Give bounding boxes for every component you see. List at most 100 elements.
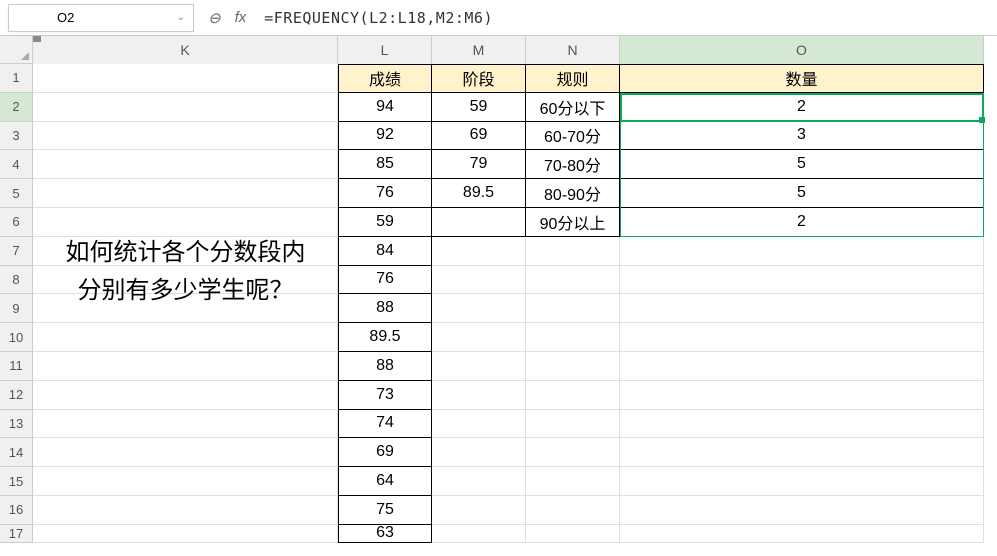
cell-L10[interactable]: 89.5 (338, 323, 432, 352)
cell-O8[interactable] (620, 266, 984, 295)
row-header-10[interactable]: 10 (0, 323, 32, 352)
cell-M12[interactable] (432, 381, 526, 410)
cell-K17[interactable] (33, 525, 338, 543)
cell-O4[interactable]: 5 (620, 150, 984, 179)
zoom-out-icon[interactable]: ⊖ (208, 9, 221, 27)
cell-L4[interactable]: 85 (338, 150, 432, 179)
cell-K16[interactable] (33, 496, 338, 525)
cell-N15[interactable] (526, 467, 620, 496)
cell-O1[interactable]: 数量 (620, 64, 984, 93)
cell-N2[interactable]: 60分以下 (526, 93, 620, 122)
cell-K3[interactable] (33, 122, 338, 151)
cell-M10[interactable] (432, 323, 526, 352)
cell-L8[interactable]: 76 (338, 266, 432, 295)
cell-M3[interactable]: 69 (432, 122, 526, 151)
cell-K2[interactable] (33, 93, 338, 122)
cell-M15[interactable] (432, 467, 526, 496)
cell-M1[interactable]: 阶段 (432, 64, 526, 93)
cell-L9[interactable]: 88 (338, 294, 432, 323)
cell-K1[interactable] (33, 64, 338, 93)
cell-M6[interactable] (432, 208, 526, 237)
row-header-11[interactable]: 11 (0, 352, 32, 381)
column-header-O[interactable]: O (620, 36, 984, 64)
cell-N3[interactable]: 60-70分 (526, 122, 620, 151)
cell-K10[interactable] (33, 323, 338, 352)
row-header-17[interactable]: 17 (0, 525, 32, 543)
cell-K12[interactable] (33, 381, 338, 410)
cell-L2[interactable]: 94 (338, 93, 432, 122)
cell-N1[interactable]: 规则 (526, 64, 620, 93)
cell-N12[interactable] (526, 381, 620, 410)
cell-N8[interactable] (526, 266, 620, 295)
cell-N7[interactable] (526, 237, 620, 266)
chevron-down-icon[interactable]: ⌄ (177, 12, 185, 23)
cell-M17[interactable] (432, 525, 526, 543)
select-all-corner[interactable] (0, 36, 33, 64)
cell-O7[interactable] (620, 237, 984, 266)
cell-O13[interactable] (620, 410, 984, 439)
cell-O9[interactable] (620, 294, 984, 323)
cell-M16[interactable] (432, 496, 526, 525)
cell-L11[interactable]: 88 (338, 352, 432, 381)
cell-O3[interactable]: 3 (620, 122, 984, 151)
cell-L12[interactable]: 73 (338, 381, 432, 410)
cell-O14[interactable] (620, 438, 984, 467)
formula-input[interactable] (260, 4, 989, 32)
row-header-12[interactable]: 12 (0, 381, 32, 410)
cell-O16[interactable] (620, 496, 984, 525)
row-header-13[interactable]: 13 (0, 410, 32, 439)
column-header-M[interactable]: M (432, 36, 526, 64)
cell-K5[interactable] (33, 179, 338, 208)
row-header-5[interactable]: 5 (0, 179, 32, 208)
name-box[interactable]: O2 ⌄ (8, 4, 194, 32)
cell-N6[interactable]: 90分以上 (526, 208, 620, 237)
cell-K7[interactable] (33, 237, 338, 266)
column-header-K[interactable]: K (33, 36, 338, 64)
cell-L17[interactable]: 63 (338, 525, 432, 543)
cell-O10[interactable] (620, 323, 984, 352)
column-header-N[interactable]: N (526, 36, 620, 64)
row-header-16[interactable]: 16 (0, 496, 32, 525)
cell-L13[interactable]: 74 (338, 410, 432, 439)
cell-L6[interactable]: 59 (338, 208, 432, 237)
cell-L1[interactable]: 成绩 (338, 64, 432, 93)
cell-L3[interactable]: 92 (338, 122, 432, 151)
cell-K4[interactable] (33, 150, 338, 179)
cell-N16[interactable] (526, 496, 620, 525)
cell-K11[interactable] (33, 352, 338, 381)
cell-O17[interactable] (620, 525, 984, 543)
row-header-9[interactable]: 9 (0, 294, 32, 323)
cell-L7[interactable]: 84 (338, 237, 432, 266)
fx-icon[interactable]: fx (235, 9, 247, 26)
cell-O2[interactable]: 2 (620, 93, 984, 122)
row-header-3[interactable]: 3 (0, 122, 32, 151)
cell-N13[interactable] (526, 410, 620, 439)
cell-M5[interactable]: 89.5 (432, 179, 526, 208)
cell-L14[interactable]: 69 (338, 438, 432, 467)
cell-O15[interactable] (620, 467, 984, 496)
row-header-7[interactable]: 7 (0, 237, 32, 266)
cell-M11[interactable] (432, 352, 526, 381)
cell-M2[interactable]: 59 (432, 93, 526, 122)
cell-M13[interactable] (432, 410, 526, 439)
row-header-4[interactable]: 4 (0, 150, 32, 179)
cell-K15[interactable] (33, 467, 338, 496)
cell-K13[interactable] (33, 410, 338, 439)
cell-N11[interactable] (526, 352, 620, 381)
cell-O5[interactable]: 5 (620, 179, 984, 208)
cell-M9[interactable] (432, 294, 526, 323)
row-header-6[interactable]: 6 (0, 208, 32, 237)
cell-N10[interactable] (526, 323, 620, 352)
cell-O11[interactable] (620, 352, 984, 381)
cell-K14[interactable] (33, 438, 338, 467)
cell-L15[interactable]: 64 (338, 467, 432, 496)
cell-K6[interactable] (33, 208, 338, 237)
cell-O12[interactable] (620, 381, 984, 410)
row-header-15[interactable]: 15 (0, 467, 32, 496)
cell-L16[interactable]: 75 (338, 496, 432, 525)
cell-N9[interactable] (526, 294, 620, 323)
column-header-L[interactable]: L (338, 36, 432, 64)
cell-K8[interactable] (33, 266, 338, 295)
cell-K9[interactable] (33, 294, 338, 323)
cell-M7[interactable] (432, 237, 526, 266)
